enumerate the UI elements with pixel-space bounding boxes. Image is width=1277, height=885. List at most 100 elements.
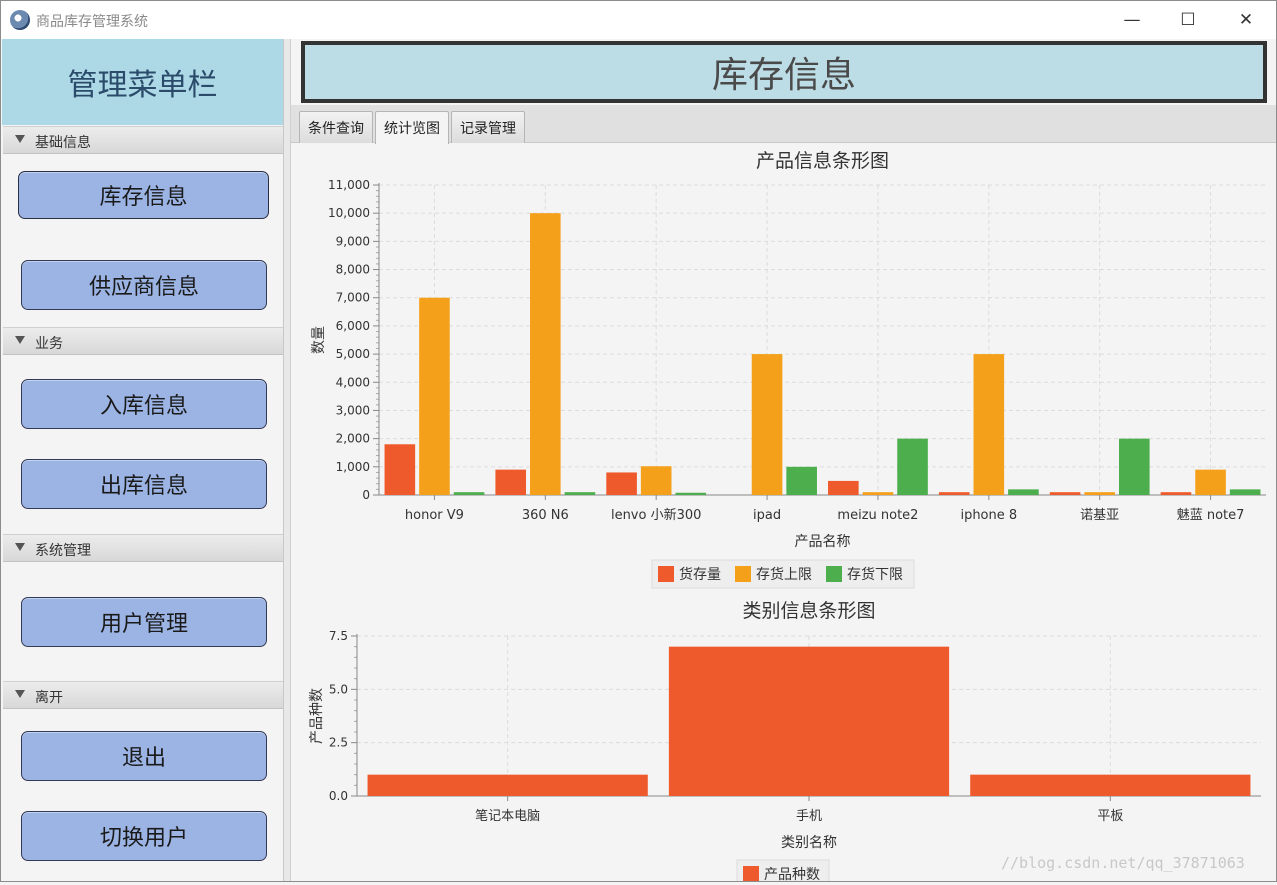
chart1-y-tick-label: 0.0	[329, 789, 348, 803]
supplier-info-button[interactable]: 供应商信息	[21, 260, 267, 310]
chart1-legend-swatch	[743, 866, 759, 882]
section-leave[interactable]: 离开	[3, 681, 283, 709]
chart1-bar	[970, 774, 1251, 796]
tab-condition-query[interactable]: 条件查询	[299, 111, 373, 143]
chart0-legend-swatch	[658, 566, 674, 582]
chart0-bar	[1084, 492, 1115, 495]
chart0-y-tick-label: 1,000	[336, 460, 370, 474]
window-title: 商品库存管理系统	[36, 14, 148, 30]
section-basic-info[interactable]: 基础信息	[3, 126, 283, 154]
chart0-x-tick-label: lenvo 小新300	[611, 507, 701, 523]
chart1-y-axis-label: 产品种数	[309, 688, 325, 744]
chart0-x-tick-label: 诺基亚	[1080, 508, 1119, 523]
chart0-y-tick-label: 11,000	[328, 178, 370, 192]
inventory-info-button[interactable]: 库存信息	[18, 171, 269, 219]
app-window: 商品库存管理系统 — ☐ ✕ 管理菜单栏 基础信息 库存信息 供应商信息 业务 …	[0, 0, 1277, 885]
chart0-bar	[828, 480, 859, 495]
chart0-y-tick-label: 6,000	[336, 319, 370, 333]
chart0-legend-label: 存货下限	[847, 566, 903, 583]
chart0-bar	[384, 444, 416, 495]
user-management-button[interactable]: 用户管理	[21, 597, 267, 647]
chart0-bar	[606, 472, 637, 495]
chart0-bar	[973, 354, 1005, 495]
switch-user-button[interactable]: 切换用户	[21, 811, 267, 861]
section-label: 系统管理	[35, 543, 91, 559]
section-business[interactable]: 业务	[3, 327, 283, 355]
section-system-management[interactable]: 系统管理	[3, 534, 283, 562]
chart0-title: 产品信息条形图	[756, 150, 889, 172]
stock-out-button[interactable]: 出库信息	[21, 459, 267, 509]
chart1-y-tick-label: 2.5	[329, 736, 348, 750]
chart0-bar	[675, 492, 707, 495]
sidebar-header: 管理菜单栏	[2, 39, 283, 125]
chart0-bar	[862, 492, 894, 495]
chart0-y-tick-label: 4,000	[336, 375, 370, 389]
main-content: 库存信息 条件查询 统计览图 记录管理 产品信息条形图 0 1,000 2,000 3,…	[291, 39, 1276, 885]
chart0-bar	[938, 492, 970, 495]
tab-statistics-overview[interactable]: 统计览图	[375, 111, 449, 144]
split-pane-divider[interactable]	[284, 39, 291, 881]
chart0-y-tick-label: 8,000	[336, 263, 370, 277]
chart1-legend-label: 产品种数	[764, 867, 820, 881]
chart1-x-tick-label: 平板	[1097, 809, 1123, 824]
chart0-bar	[419, 297, 450, 495]
tab-record-management[interactable]: 记录管理	[451, 111, 525, 143]
chart0-y-tick-label: 5,000	[336, 347, 370, 361]
chart0-x-tick-label: honor V9	[405, 508, 464, 523]
page-banner: 库存信息	[301, 41, 1267, 103]
close-button[interactable]: ✕	[1219, 1, 1273, 39]
chart0-y-tick-label: 0	[362, 488, 370, 502]
chart1-bar	[367, 774, 648, 796]
chart1-bar	[668, 646, 950, 796]
chart0-bar	[495, 469, 527, 495]
chart0-y-tick-label: 3,000	[336, 403, 370, 417]
collapse-triangle-icon	[15, 336, 25, 344]
chart1-x-tick-label: 笔记本电脑	[475, 808, 540, 824]
chart0-bar	[640, 466, 672, 495]
chart0-legend-label: 货存量	[679, 566, 721, 583]
chart0-bar	[751, 354, 783, 495]
chart0-x-tick-label: iphone 8	[960, 508, 1017, 523]
section-label: 离开	[35, 690, 63, 706]
section-label: 基础信息	[35, 135, 91, 151]
chart0-x-tick-label: 魅蓝 note7	[1177, 508, 1245, 523]
chart0-legend-swatch	[735, 566, 751, 582]
stock-in-button[interactable]: 入库信息	[21, 379, 267, 429]
chart1-y-tick-label: 5.0	[329, 682, 348, 696]
chart0-bar	[1229, 489, 1261, 495]
minimize-button[interactable]: —	[1105, 1, 1159, 39]
sidebar-title: 管理菜单栏	[67, 68, 218, 103]
chart1-x-tick-label: 手机	[796, 809, 822, 824]
chart0-x-axis-label: 产品名称	[795, 534, 851, 550]
chart0-bar	[530, 213, 561, 495]
charts-panel: 产品信息条形图 0 1,000 2,000 3,000 4,000 5,000 6,000 7,…	[291, 143, 1276, 885]
chart0-x-tick-label: meizu note2	[837, 508, 918, 523]
collapse-triangle-icon	[15, 543, 25, 551]
tab-bar: 条件查询 统计览图 记录管理	[291, 105, 1276, 144]
chart0-bar	[897, 438, 928, 495]
chart0-bar	[1160, 492, 1192, 495]
chart0-bar	[564, 492, 596, 495]
chart0-x-tick-label: 360 N6	[522, 508, 569, 523]
maximize-button[interactable]: ☐	[1161, 1, 1215, 39]
app-logo-icon	[10, 10, 30, 30]
chart0-y-axis-label: 数量	[311, 326, 327, 354]
chart0-bar	[786, 466, 817, 495]
chart0-y-tick-label: 9,000	[336, 234, 370, 248]
chart1-title: 类别信息条形图	[742, 600, 875, 622]
chart0-bar	[1195, 469, 1226, 495]
chart0-bar	[1118, 438, 1150, 495]
chart0-bar	[453, 492, 485, 495]
title-bar: 商品库存管理系统 — ☐ ✕	[1, 1, 1276, 39]
chart0-y-tick-label: 2,000	[336, 432, 370, 446]
exit-button[interactable]: 退出	[21, 731, 267, 781]
chart0-y-tick-label: 7,000	[336, 291, 370, 305]
chart0-y-tick-label: 10,000	[328, 206, 370, 220]
chart0-bar	[1049, 492, 1081, 495]
collapse-triangle-icon	[15, 135, 25, 143]
chart0-legend-swatch	[826, 566, 842, 582]
chart1-x-axis-label: 类别名称	[781, 835, 837, 851]
charts-svg: 产品信息条形图 0 1,000 2,000 3,000 4,000 5,000 6,000 7,…	[309, 150, 1266, 885]
watermark-text: //blog.csdn.net/qq_37871063	[1001, 854, 1245, 872]
chart0-bar	[1008, 489, 1039, 495]
